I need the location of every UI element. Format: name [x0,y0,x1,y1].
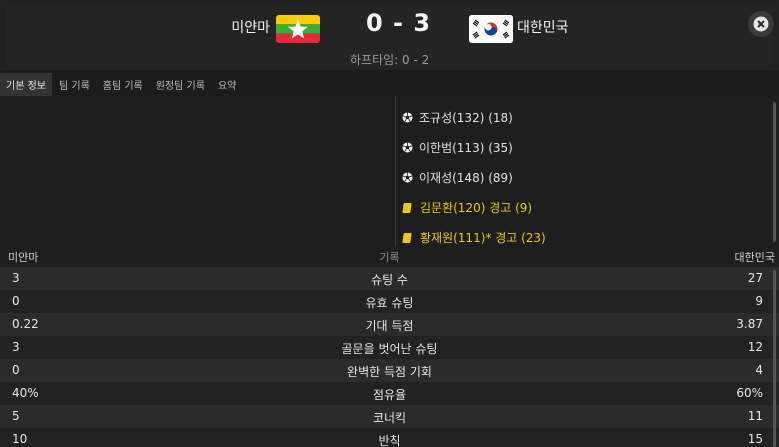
events-scrollbar[interactable] [773,102,776,242]
stat-away-value: 3.87 [736,317,763,331]
soccer-ball-icon [402,142,413,153]
event-text: 황재원(111)* 경고 (23) [420,231,546,245]
stat-label: 코너킥 [372,411,407,425]
table-row: 0 유효 슈팅 9 [0,290,779,313]
events-divider [395,96,396,247]
close-icon [753,16,769,32]
event-text: 이한범(113) (35) [419,141,513,155]
table-row: 0 완벽한 득점 기회 4 [0,359,779,382]
stat-away-value: 9 [755,294,763,308]
stats-header-label: 기록 [379,251,400,264]
tab-home-stats[interactable]: 홈팀 기록 [97,73,149,97]
table-row: 40% 점유율 60% [0,382,779,405]
event-text: 김문환(120) 경고 (9) [420,201,533,215]
table-row: 10 반칙 15 [0,428,779,447]
stat-away-value: 11 [747,409,763,423]
match-score: 0 - 3 [366,9,432,37]
tab-team-stats[interactable]: 팀 기록 [53,73,96,97]
table-row: 5 코너킥 11 [0,405,779,428]
away-team-name: 대한민국 [517,20,569,36]
stat-label: 점유율 [372,388,407,402]
stat-label: 완벽한 득점 기회 [347,365,432,379]
stat-away-value: 4 [755,363,763,377]
match-header: 미얀마 0 - 3 대한민국 하프타임: 0 - 2 [0,0,779,70]
table-row: 3 슈팅 수 27 [0,267,779,290]
stats-table: 3 슈팅 수 27 0 유효 슈팅 9 0.22 기대 득점 3.87 3 골문… [0,267,779,447]
event-item: 김문환(120) 경고 (9) [402,199,532,216]
table-row: 3 골문을 벗어난 슈팅 12 [0,336,779,359]
korea-flag-icon [469,15,513,43]
tab-basic-info[interactable]: 기본 정보 [0,73,52,97]
stat-label: 유효 슈팅 [365,296,414,310]
soccer-ball-icon [402,172,413,183]
stat-away-value: 27 [747,271,763,285]
yellow-card-icon [402,202,412,213]
event-item: 황재원(111)* 경고 (23) [402,229,546,246]
stat-label: 반칙 [378,434,401,447]
stat-away-value: 15 [747,432,763,446]
event-text: 조규성(132) (18) [419,111,513,125]
stat-away-value: 12 [747,340,763,354]
event-item: 조규성(132) (18) [402,109,513,126]
tab-summary[interactable]: 요약 [212,73,242,97]
stat-label: 기대 득점 [365,319,414,333]
soccer-ball-icon [402,112,413,123]
table-row: 0.22 기대 득점 3.87 [0,313,779,336]
stats-scrollbar[interactable] [773,270,776,447]
myanmar-flag-icon [276,15,320,43]
event-text: 이재성(148) (89) [419,171,513,185]
tab-away-stats[interactable]: 원정팀 기록 [150,73,211,97]
stat-away-value: 60% [736,386,763,400]
stats-header-away: 대한민국 [734,251,775,264]
stat-label: 골문을 벗어난 슈팅 [341,342,438,356]
yellow-card-icon [402,232,412,243]
stats-header: 미얀마 기록 대한민국 [0,247,779,267]
tab-bar: 기본 정보 팀 기록 홈팀 기록 원정팀 기록 요약 [0,73,779,97]
home-team-name: 미얀마 [231,20,270,36]
match-events-panel: 조규성(132) (18) 이한범(113) (35) 이재성(148) (89… [0,96,779,247]
close-button[interactable] [748,11,774,37]
halftime-score: 하프타임: 0 - 2 [350,53,430,67]
event-item: 이재성(148) (89) [402,169,513,186]
stat-label: 슈팅 수 [371,273,408,287]
event-item: 이한범(113) (35) [402,139,513,156]
